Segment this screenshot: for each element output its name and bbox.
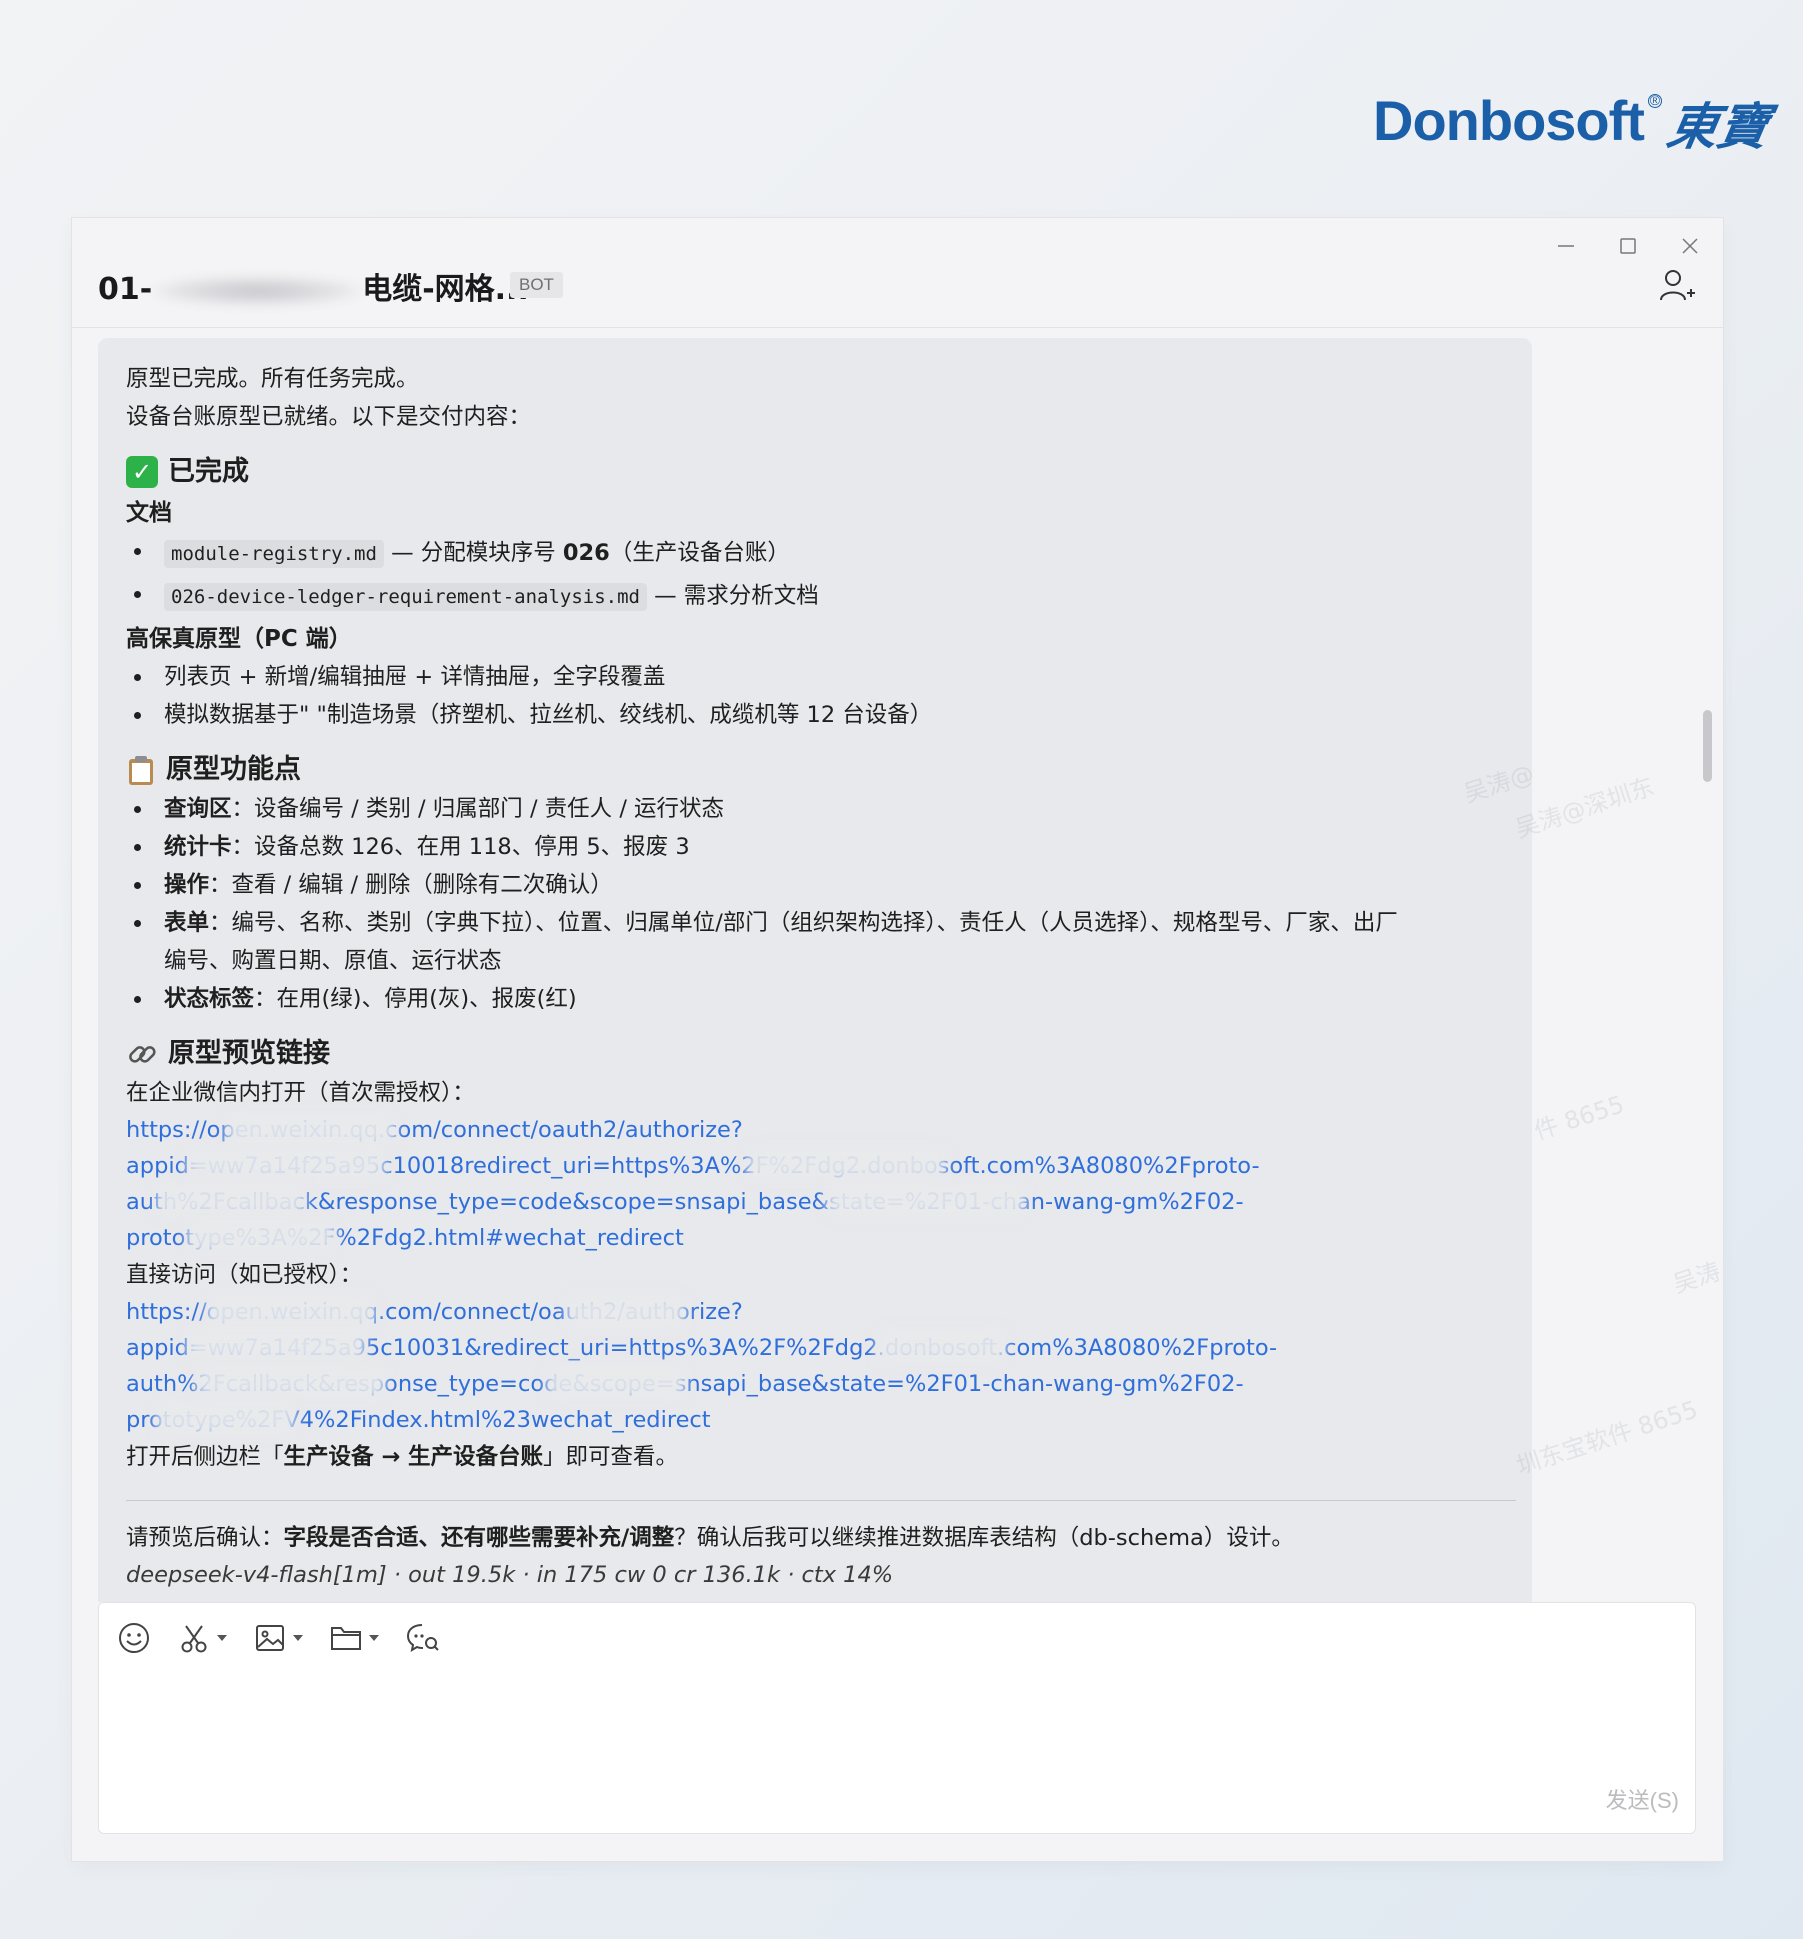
emoji-icon xyxy=(119,1623,149,1653)
scissors-icon xyxy=(181,1625,207,1653)
clipboard-icon xyxy=(129,756,153,785)
brand-calligraphy: 東寶 xyxy=(1662,97,1774,156)
redaction-blur xyxy=(156,1400,296,1436)
redaction-blur xyxy=(186,1328,366,1364)
minimize-button[interactable] xyxy=(1546,230,1586,262)
proto-list: 列表页 + 新增/编辑抽屉 + 详情抽屉，全字段覆盖 模拟数据基于" "制造场景… xyxy=(126,658,1516,734)
bot-badge: BOT xyxy=(510,272,563,298)
model-meta: deepseek-v4-flash[1m] · out 19.5k · in 1… xyxy=(126,1562,894,1588)
chevron-down-icon xyxy=(293,1635,303,1641)
chat-history-button[interactable] xyxy=(405,1621,441,1655)
completed-heading: ✓ 已完成 xyxy=(126,452,1516,492)
folder-button[interactable] xyxy=(329,1621,379,1655)
redaction-blur xyxy=(206,1294,376,1330)
add-member-icon xyxy=(1660,270,1695,301)
maximize-icon xyxy=(1620,238,1636,254)
chat-history-icon xyxy=(406,1624,439,1653)
check-mark-icon: ✓ xyxy=(126,456,158,488)
link-line[interactable]: auth%2Fcallback&response_type=code&scope… xyxy=(126,1184,1516,1220)
list-item: 表单：编号、名称、类别（字典下拉）、位置、归属单位/部门（组织架构选择）、责任人… xyxy=(126,904,1516,980)
message-composer: 发送(S) xyxy=(98,1602,1696,1834)
chat-title-start: 01- xyxy=(98,272,153,307)
redaction-blur xyxy=(546,1364,686,1400)
watermark: 圳东宝软件 8655 xyxy=(1513,1395,1702,1481)
close-button[interactable] xyxy=(1670,230,1710,262)
redaction-blur xyxy=(876,1328,1006,1364)
screenshot-button[interactable] xyxy=(177,1621,227,1655)
chat-window: 01- 电缆-网格... BOT 原型已完成。所有任务完成。 设备台账原型已就绪。… xyxy=(72,218,1724,1861)
watermark: 件 8655 xyxy=(1530,1090,1628,1146)
completed-heading-text: 已完成 xyxy=(168,456,249,487)
watermark: 吴涛@深圳东 xyxy=(1511,772,1658,844)
redaction-blur xyxy=(826,1182,1026,1218)
docs-heading: 文档 xyxy=(126,500,172,526)
features-heading: 原型功能点 xyxy=(126,750,1516,790)
maximize-button[interactable] xyxy=(1608,230,1648,262)
list-item: module-registry.md — 分配模块序号 026（生产设备台账） xyxy=(126,532,1516,575)
redaction-blur xyxy=(186,1146,386,1182)
watermark: 吴涛 xyxy=(1669,1257,1724,1299)
proto-heading: 高保真原型（PC 端） xyxy=(126,626,352,652)
divider xyxy=(126,1500,1516,1501)
message-input[interactable] xyxy=(117,1673,1677,1773)
intro-line-2: 设备台账原型已就绪。以下是交付内容： xyxy=(126,404,532,430)
preview-link-2[interactable]: https://open.weixin.qq.com/connect/oauth… xyxy=(126,1294,1516,1438)
redaction-blur xyxy=(186,1218,336,1254)
intro-line-1: 原型已完成。所有任务完成。 xyxy=(126,366,419,392)
composer-toolbar xyxy=(117,1621,441,1655)
scrollbar-thumb[interactable] xyxy=(1703,710,1712,782)
direct-access-label: 直接访问（如已授权）： xyxy=(126,1262,363,1288)
image-button[interactable] xyxy=(253,1621,303,1655)
redaction-blur xyxy=(746,1146,946,1182)
registered-mark: ® xyxy=(1647,92,1662,108)
docs-list: module-registry.md — 分配模块序号 026（生产设备台账） … xyxy=(126,532,1516,618)
chevron-down-icon xyxy=(369,1635,379,1641)
message-content: 原型已完成。所有任务完成。 设备台账原型已就绪。以下是交付内容： ✓ 已完成 文… xyxy=(126,360,1516,1593)
preview-heading-text: 原型预览链接 xyxy=(168,1038,330,1069)
redaction-blur xyxy=(196,1364,386,1400)
redaction-blur xyxy=(226,1112,396,1148)
redaction-blur xyxy=(566,1294,686,1330)
brand-logo: Donbosoft ® 東寶 xyxy=(1373,89,1773,160)
add-member-button[interactable] xyxy=(1657,266,1697,306)
close-icon xyxy=(1682,238,1698,254)
features-list: 查询区：设备编号 / 类别 / 归属部门 / 责任人 / 运行状态 统计卡：设备… xyxy=(126,790,1516,1018)
image-icon xyxy=(256,1625,284,1651)
list-item: 查询区：设备编号 / 类别 / 归属部门 / 责任人 / 运行状态 xyxy=(126,790,1516,828)
chat-title: 01- 电缆-网格... xyxy=(98,264,529,308)
list-item: 状态标签：在用(绿)、停用(灰)、报废(红) xyxy=(126,980,1516,1018)
link-icon xyxy=(129,1046,156,1063)
send-button[interactable]: 发送(S) xyxy=(1606,1783,1679,1815)
list-item: 统计卡：设备总数 126、在用 118、停用 5、报废 3 xyxy=(126,828,1516,866)
list-item: 模拟数据基于" "制造场景（挤塑机、拉丝机、绞线机、成缆机等 12 台设备） xyxy=(126,696,1516,734)
message-bubble: 原型已完成。所有任务完成。 设备台账原型已就绪。以下是交付内容： ✓ 已完成 文… xyxy=(98,338,1532,1602)
list-item: 操作：查看 / 编辑 / 删除（删除有二次确认） xyxy=(126,866,1516,904)
list-item: 列表页 + 新增/编辑抽屉 + 详情抽屉，全字段覆盖 xyxy=(126,658,1516,696)
features-heading-text: 原型功能点 xyxy=(166,754,301,785)
open-in-wecom-label: 在企业微信内打开（首次需授权）： xyxy=(126,1080,475,1106)
doc-filename: module-registry.md xyxy=(164,540,384,568)
chevron-down-icon xyxy=(217,1635,227,1641)
list-item: 026-device-ledger-requirement-analysis.m… xyxy=(126,575,1516,618)
redaction-blur xyxy=(156,1182,306,1218)
preview-heading: 原型预览链接 xyxy=(126,1034,1516,1074)
emoji-button[interactable] xyxy=(117,1621,151,1655)
doc-filename: 026-device-ledger-requirement-analysis.m… xyxy=(164,583,647,611)
confirm-request: 请预览后确认：字段是否合适、还有哪些需要补充/调整？确认后我可以继续推进数据库表… xyxy=(126,1525,1294,1551)
brand-name: Donbosoft xyxy=(1373,89,1645,152)
redacted-title-segment xyxy=(152,275,363,306)
title-bar: 01- 电缆-网格... BOT xyxy=(72,218,1723,328)
folder-icon xyxy=(331,1627,361,1650)
link-line[interactable]: prototype%2FV4%2Findex.html%23wechat_red… xyxy=(126,1402,1516,1438)
nav-hint: 打开后侧边栏「生产设备 → 生产设备台账」即可查看。 xyxy=(126,1444,679,1470)
minimize-icon xyxy=(1558,245,1574,247)
chat-title-end: 电缆-网格... xyxy=(362,272,529,307)
preview-link-1[interactable]: https://open.weixin.qq.com/connect/oauth… xyxy=(126,1112,1516,1256)
